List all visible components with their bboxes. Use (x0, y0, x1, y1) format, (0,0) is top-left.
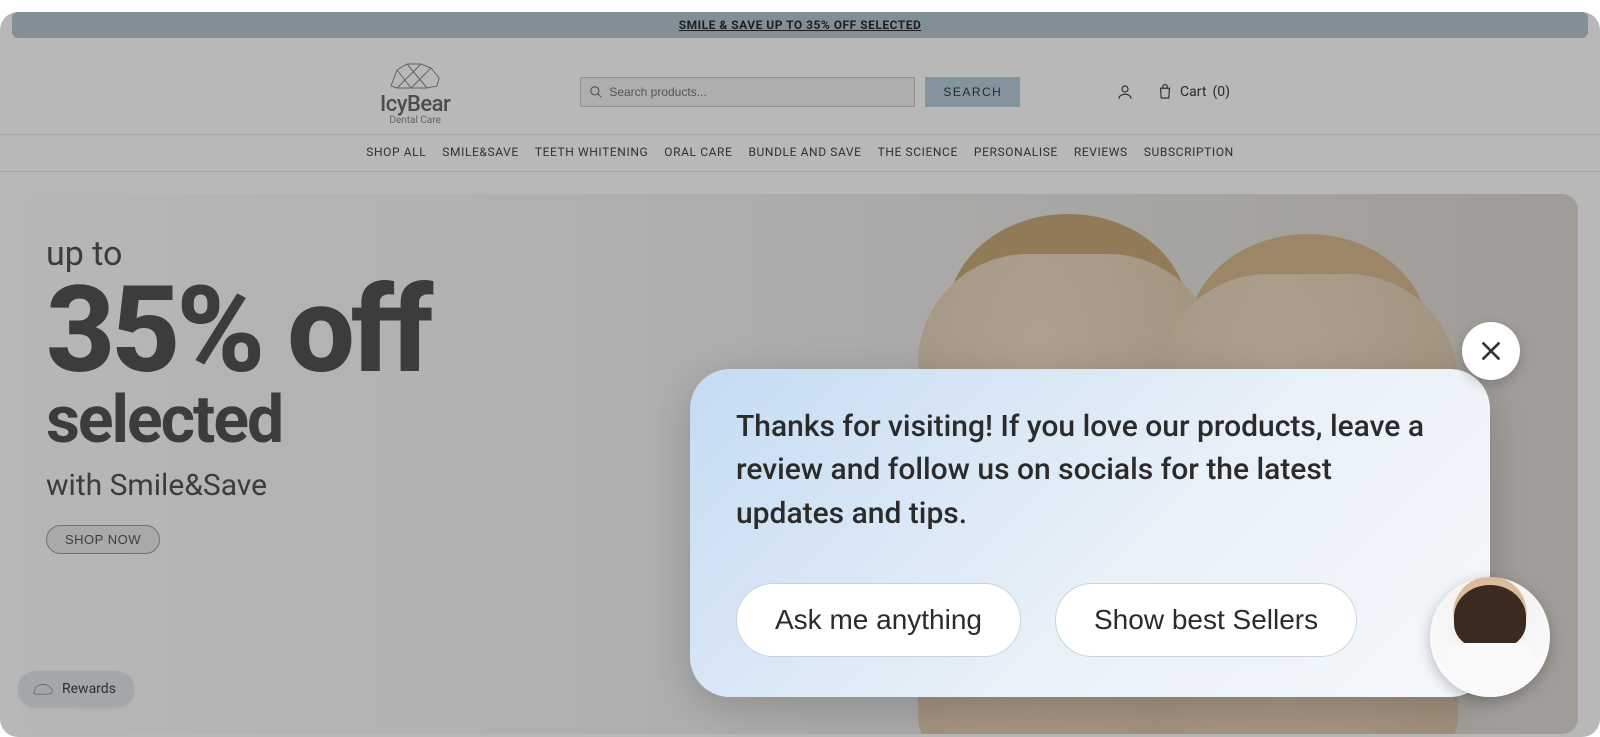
chat-avatar[interactable] (1430, 577, 1550, 697)
nav-subscription[interactable]: SUBSCRIPTION (1144, 145, 1234, 159)
search-area: SEARCH (580, 77, 1020, 107)
header-right: Cart (0) (1116, 83, 1230, 101)
chat-close-button[interactable] (1462, 322, 1520, 380)
cart-count: (0) (1212, 84, 1230, 100)
promo-bar[interactable]: SMILE & SAVE UP TO 35% OFF SELECTED (12, 12, 1588, 38)
bear-icon (387, 58, 443, 92)
search-button[interactable]: SEARCH (925, 77, 1020, 107)
nav-reviews[interactable]: REVIEWS (1074, 145, 1128, 159)
nav-teeth-whitening[interactable]: TEETH WHITENING (535, 145, 648, 159)
bag-icon (1156, 83, 1174, 101)
nav-oral-care[interactable]: ORAL CARE (664, 145, 732, 159)
brand-logo[interactable]: IcyBear Dental Care (380, 58, 450, 126)
nav-bundle-save[interactable]: BUNDLE AND SAVE (748, 145, 861, 159)
main-nav: SHOP ALL SMILE&SAVE TEETH WHITENING ORAL… (0, 134, 1600, 172)
nav-personalise[interactable]: PERSONALISE (974, 145, 1058, 159)
bear-small-icon (32, 681, 54, 697)
search-input[interactable] (609, 85, 906, 99)
chat-popup: Thanks for visiting! If you love our pro… (690, 369, 1490, 698)
ask-anything-button[interactable]: Ask me anything (736, 583, 1021, 657)
brand-name: IcyBear (380, 92, 450, 117)
nav-shop-all[interactable]: SHOP ALL (366, 145, 426, 159)
brand-tagline: Dental Care (389, 115, 441, 126)
user-icon[interactable] (1116, 83, 1134, 101)
close-icon (1478, 338, 1504, 364)
header-row: IcyBear Dental Care SEARCH Cart (0) (0, 50, 1600, 134)
nav-smile-save[interactable]: SMILE&SAVE (442, 145, 519, 159)
search-box[interactable] (580, 77, 915, 107)
promo-text: SMILE & SAVE UP TO 35% OFF SELECTED (679, 18, 922, 32)
search-icon (589, 85, 603, 99)
nav-science[interactable]: THE SCIENCE (878, 145, 958, 159)
cart-label: Cart (1180, 84, 1206, 100)
rewards-widget[interactable]: Rewards (18, 671, 134, 707)
cart-link[interactable]: Cart (0) (1156, 83, 1230, 101)
chat-message: Thanks for visiting! If you love our pro… (736, 405, 1444, 536)
chat-button-row: Ask me anything Show best Sellers (736, 583, 1444, 657)
show-best-sellers-button[interactable]: Show best Sellers (1055, 583, 1357, 657)
shop-now-button[interactable]: SHOP NOW (46, 525, 160, 554)
rewards-label: Rewards (62, 681, 116, 697)
